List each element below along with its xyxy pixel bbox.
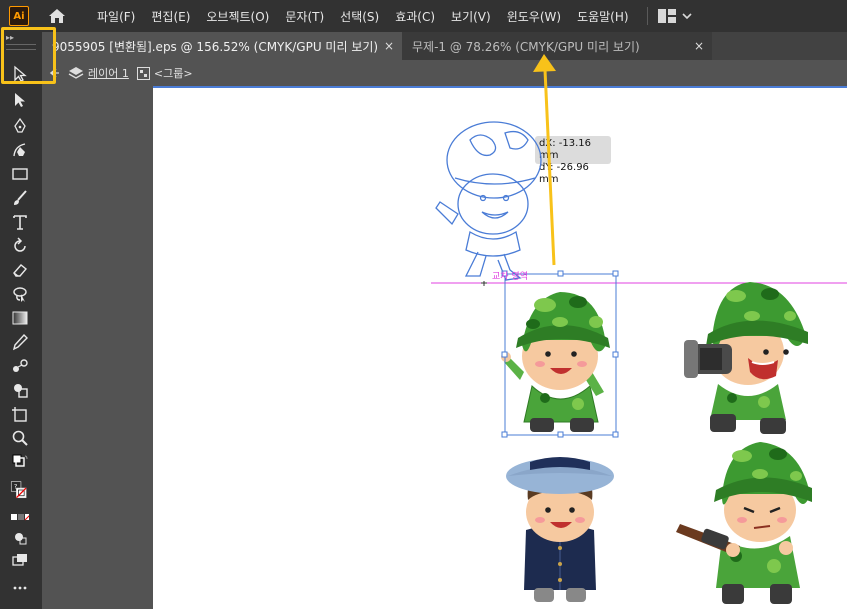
type-icon: [13, 215, 27, 230]
menu-type[interactable]: 문자(T): [285, 8, 324, 25]
pen-icon: [14, 117, 26, 133]
artboard-tool[interactable]: [9, 404, 31, 424]
menu-divider: [646, 7, 648, 25]
more-tools[interactable]: [9, 578, 31, 598]
rectangle-tool[interactable]: [9, 164, 31, 184]
tooltip-dy: dY: -26.96 mm: [539, 162, 589, 185]
rectangle-icon: [12, 168, 28, 180]
menu-select[interactable]: 선택(S): [340, 8, 379, 25]
home-icon[interactable]: [47, 6, 67, 26]
blend-icon: [13, 359, 28, 372]
move-offset-tooltip: dX: -13.16 mm dY: -26.96 mm: [535, 136, 611, 185]
workspace-switcher[interactable]: [657, 9, 692, 23]
layers-icon: [68, 67, 84, 79]
paintbrush-icon: [14, 190, 27, 205]
rotate-icon: [14, 237, 26, 252]
screen-mode[interactable]: [9, 550, 31, 570]
eyedropper-tool[interactable]: [9, 332, 31, 352]
zoom-tool[interactable]: [9, 428, 31, 448]
color-mode[interactable]: [9, 508, 31, 528]
fill-stroke-swatch[interactable]: ?: [6, 476, 32, 504]
illustrator-window: Ai 파일(F) 편집(E) 오브젝트(O) 문자(T) 선택(S) 효과(C)…: [0, 0, 847, 609]
artboard[interactable]: [153, 86, 847, 609]
chevron-down-icon: [682, 13, 692, 20]
shape-builder-tool[interactable]: [9, 380, 31, 400]
workspace-layout-icon: [657, 9, 676, 23]
breadcrumb-layer[interactable]: 레이어 1: [68, 65, 129, 81]
fill-stroke-swatch-icon: ?: [10, 481, 27, 499]
close-icon[interactable]: ×: [384, 39, 394, 53]
menu-edit[interactable]: 편집(E): [151, 8, 190, 25]
breadcrumb-group[interactable]: <그룹>: [136, 65, 193, 81]
artboard-icon: [12, 407, 27, 422]
curvature-tool[interactable]: [9, 140, 31, 160]
eraser-icon: [13, 264, 28, 277]
eraser-tool[interactable]: [9, 260, 31, 280]
tab-label: 9055905 [변환됨].eps @ 156.52% (CMYK/GPU 미리…: [52, 39, 379, 54]
blend-tool[interactable]: [9, 356, 31, 376]
menu-bar: Ai 파일(F) 편집(E) 오브젝트(O) 문자(T) 선택(S) 효과(C)…: [0, 0, 847, 32]
app-logo: Ai: [9, 6, 29, 26]
rotate-tool[interactable]: [9, 236, 31, 256]
screen-mode-icon: [12, 554, 27, 566]
fill-stroke-swap[interactable]: [9, 452, 31, 472]
type-tool[interactable]: [9, 212, 31, 232]
menu-window[interactable]: 윈도우(W): [507, 8, 561, 25]
breadcrumb-group-label: <그룹>: [153, 67, 193, 80]
isolation-breadcrumb: 레이어 1 <그룹>: [42, 60, 847, 86]
menu-object[interactable]: 오브젝트(O): [206, 8, 269, 25]
default-fill-stroke-icon: [12, 454, 28, 467]
tool-highlight: [1, 27, 56, 84]
gradient-tool[interactable]: [9, 308, 31, 328]
draw-mode[interactable]: [9, 528, 31, 548]
curvature-pen-icon: [13, 143, 26, 157]
tooltip-dx: dX: -13.16 mm: [539, 138, 591, 161]
tab-document-eps[interactable]: 9055905 [변환됨].eps @ 156.52% (CMYK/GPU 미리…: [42, 32, 402, 60]
direct-selection-tool[interactable]: [9, 90, 31, 110]
menu-view[interactable]: 보기(V): [451, 8, 491, 25]
close-icon[interactable]: ×: [694, 39, 704, 53]
paintbrush-tool[interactable]: [9, 188, 31, 208]
group-icon: [136, 66, 150, 80]
tab-document-untitled[interactable]: 무제-1 @ 78.26% (CMYK/GPU 미리 보기) ×: [402, 32, 712, 60]
lasso-tool[interactable]: [9, 284, 31, 304]
document-tab-bar: 9055905 [변환됨].eps @ 156.52% (CMYK/GPU 미리…: [42, 32, 847, 60]
more-icon: [13, 586, 27, 590]
menu-effect[interactable]: 효과(C): [395, 8, 435, 25]
color-mode-icon: [11, 514, 29, 521]
tab-label: 무제-1 @ 78.26% (CMYK/GPU 미리 보기): [412, 39, 640, 54]
lasso-icon: [13, 287, 27, 302]
menu-items: 파일(F) 편집(E) 오브젝트(O) 문자(T) 선택(S) 효과(C) 보기…: [97, 8, 645, 25]
eyedropper-icon: [12, 333, 28, 351]
gradient-icon: [12, 311, 28, 325]
breadcrumb-layer-label: 레이어 1: [88, 67, 129, 80]
shape-builder-icon: [14, 384, 28, 398]
direct-selection-arrow-icon: [15, 93, 25, 107]
menu-file[interactable]: 파일(F): [97, 8, 135, 25]
draw-mode-icon: [15, 533, 27, 545]
zoom-icon: [12, 430, 28, 446]
menu-help[interactable]: 도움말(H): [577, 8, 629, 25]
pen-tool[interactable]: [9, 116, 31, 136]
tools-panel: ▸▸ ?: [0, 32, 42, 609]
pasteboard: [42, 86, 153, 609]
